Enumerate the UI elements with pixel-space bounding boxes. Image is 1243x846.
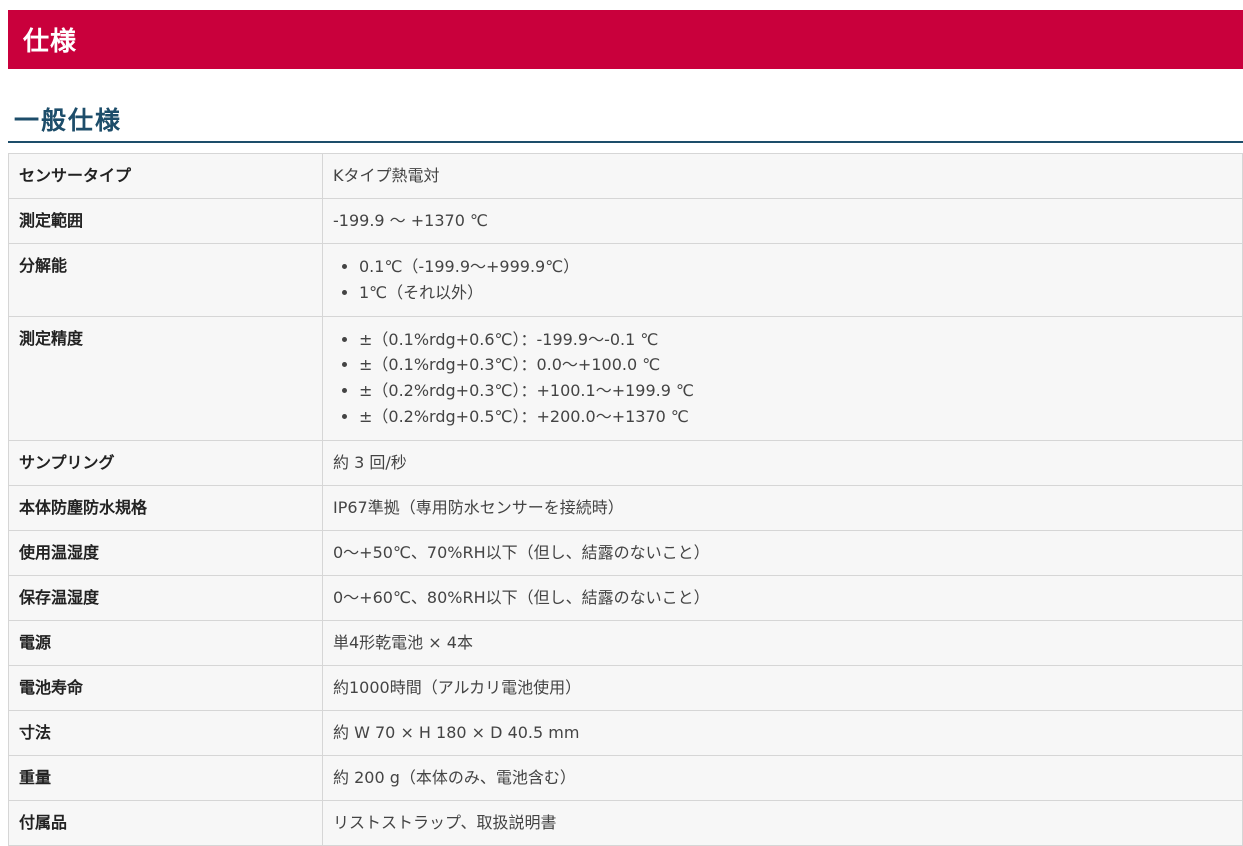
spec-value: 約 W 70 × H 180 × D 40.5 mm xyxy=(322,709,1243,756)
spec-row-weight: 重量 約 200 g（本体のみ、電池含む） xyxy=(8,754,1243,801)
spec-row-waterproof: 本体防塵防水規格 IP67準拠（専用防水センサーを接続時） xyxy=(8,484,1243,531)
accuracy-list: ±（0.1%rdg+0.6℃）：-199.9～-0.1 ℃ ±（0.1%rdg+… xyxy=(333,327,1232,430)
list-item: ±（0.2%rdg+0.5℃）：+200.0～+1370 ℃ xyxy=(359,404,1232,430)
list-item: 1℃（それ以外） xyxy=(359,280,1232,306)
list-item: ±（0.1%rdg+0.6℃）：-199.9～-0.1 ℃ xyxy=(359,327,1232,353)
spec-value: 0～+60℃、80%RH以下（但し、結露のないこと） xyxy=(322,574,1243,621)
spec-value: ±（0.1%rdg+0.6℃）：-199.9～-0.1 ℃ ±（0.1%rdg+… xyxy=(322,315,1243,441)
spec-value: 0.1℃（-199.9～+999.9℃） 1℃（それ以外） xyxy=(322,243,1243,317)
section-heading: 一般仕様 xyxy=(8,100,1243,143)
spec-label: センサータイプ xyxy=(8,153,323,199)
spec-value: Kタイプ熱電対 xyxy=(322,153,1243,199)
spec-row-accuracy: 測定精度 ±（0.1%rdg+0.6℃）：-199.9～-0.1 ℃ ±（0.1… xyxy=(8,315,1243,441)
spec-value: リストストラップ、取扱説明書 xyxy=(322,799,1243,846)
spec-row-power: 電源 単4形乾電池 × 4本 xyxy=(8,619,1243,666)
spec-label: 測定範囲 xyxy=(8,198,323,244)
spec-label: サンプリング xyxy=(8,439,323,486)
spec-row-storage-env: 保存温湿度 0～+60℃、80%RH以下（但し、結露のないこと） xyxy=(8,574,1243,621)
spec-row-measurement-range: 測定範囲 -199.9 ～ +1370 ℃ xyxy=(8,198,1243,244)
spec-label: 重量 xyxy=(8,754,323,801)
spec-row-sensor-type: センサータイプ Kタイプ熱電対 xyxy=(8,153,1243,199)
spec-value: 約1000時間（アルカリ電池使用） xyxy=(322,664,1243,711)
spec-row-battery-life: 電池寿命 約1000時間（アルカリ電池使用） xyxy=(8,664,1243,711)
section-title: 一般仕様 xyxy=(14,106,123,135)
spec-label: 寸法 xyxy=(8,709,323,756)
spec-label: 本体防塵防水規格 xyxy=(8,484,323,531)
spec-table: センサータイプ Kタイプ熱電対 測定範囲 -199.9 ～ +1370 ℃ 分解… xyxy=(8,153,1243,846)
spec-label: 電池寿命 xyxy=(8,664,323,711)
spec-value: 約 200 g（本体のみ、電池含む） xyxy=(322,754,1243,801)
list-item: ±（0.1%rdg+0.3℃）：0.0～+100.0 ℃ xyxy=(359,352,1232,378)
spec-value: 0～+50℃、70%RH以下（但し、結露のないこと） xyxy=(322,529,1243,576)
spec-row-dimensions: 寸法 約 W 70 × H 180 × D 40.5 mm xyxy=(8,709,1243,756)
spec-row-accessories: 付属品 リストストラップ、取扱説明書 xyxy=(8,799,1243,846)
list-item: 0.1℃（-199.9～+999.9℃） xyxy=(359,254,1232,280)
spec-row-sampling: サンプリング 約 3 回/秒 xyxy=(8,439,1243,486)
spec-label: 保存温湿度 xyxy=(8,574,323,621)
resolution-list: 0.1℃（-199.9～+999.9℃） 1℃（それ以外） xyxy=(333,254,1232,306)
spec-row-operating-env: 使用温湿度 0～+50℃、70%RH以下（但し、結露のないこと） xyxy=(8,529,1243,576)
spec-value: IP67準拠（専用防水センサーを接続時） xyxy=(322,484,1243,531)
spec-value: 単4形乾電池 × 4本 xyxy=(322,619,1243,666)
spec-value: 約 3 回/秒 xyxy=(322,439,1243,486)
spec-label: 測定精度 xyxy=(8,315,323,441)
spec-label: 付属品 xyxy=(8,799,323,846)
page-header: 仕様 xyxy=(8,10,1243,69)
spec-label: 分解能 xyxy=(8,243,323,317)
spec-row-resolution: 分解能 0.1℃（-199.9～+999.9℃） 1℃（それ以外） xyxy=(8,243,1243,317)
spec-label: 電源 xyxy=(8,619,323,666)
spec-label: 使用温湿度 xyxy=(8,529,323,576)
list-item: ±（0.2%rdg+0.3℃）：+100.1～+199.9 ℃ xyxy=(359,378,1232,404)
spec-value: -199.9 ～ +1370 ℃ xyxy=(322,198,1243,244)
page-title: 仕様 xyxy=(23,27,78,57)
